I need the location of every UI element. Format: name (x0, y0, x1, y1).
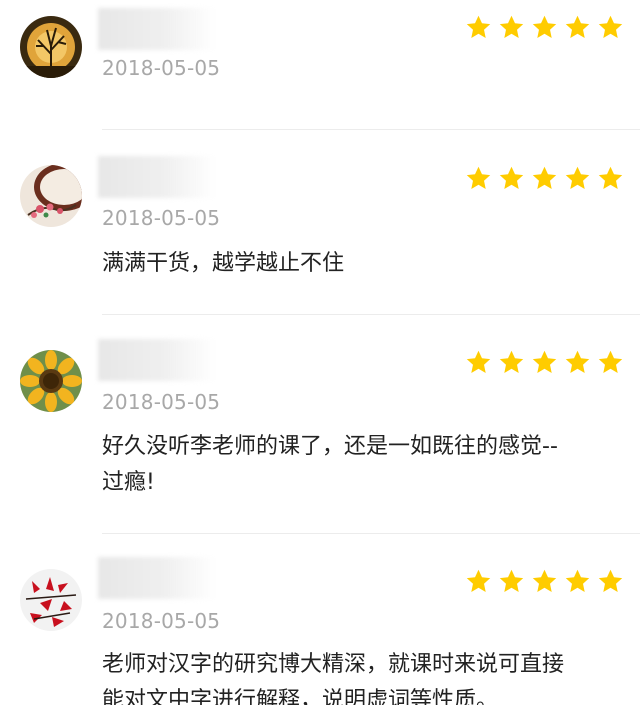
star-rating (465, 14, 624, 40)
review-list: 2018-05-05 2018-05-05 满满干货，越学越止不住 2018-0… (0, 0, 640, 705)
plum-blossom-avatar[interactable] (20, 165, 82, 227)
star-icon (466, 166, 491, 189)
star-icon (499, 15, 524, 38)
star-icon (532, 350, 557, 373)
star-icon (598, 15, 623, 38)
star-rating (465, 349, 624, 375)
star-icon (466, 569, 491, 592)
star-icon (499, 350, 524, 373)
star-icon (565, 350, 590, 373)
divider (102, 314, 640, 315)
username-blurred (98, 557, 216, 599)
star-icon (565, 569, 590, 592)
divider (102, 533, 640, 534)
review-comment: 好久没听李老师的课了，还是一如既往的感觉-- 过瘾! (102, 434, 558, 495)
review-date: 2018-05-05 (102, 390, 221, 414)
star-icon (532, 569, 557, 592)
star-icon (499, 569, 524, 592)
review-date: 2018-05-05 (102, 56, 221, 80)
sunflower-avatar[interactable] (20, 350, 82, 412)
review-date: 2018-05-05 (102, 609, 221, 633)
star-icon (598, 350, 623, 373)
star-icon (532, 15, 557, 38)
username-blurred (98, 156, 216, 198)
red-maple-avatar[interactable] (20, 569, 82, 631)
star-icon (466, 15, 491, 38)
star-rating (465, 165, 624, 191)
review-date: 2018-05-05 (102, 206, 221, 230)
review-comment: 老师对汉字的研究博大精深，就课时来说可直接 能对文中字进行解释，说明虚词等性质。 (102, 652, 565, 705)
review-comment: 满满干货，越学越止不住 (102, 251, 345, 276)
username-blurred (98, 339, 216, 381)
star-icon (565, 15, 590, 38)
star-icon (598, 166, 623, 189)
username-blurred (98, 8, 216, 50)
star-icon (532, 166, 557, 189)
star-icon (565, 166, 590, 189)
star-icon (499, 166, 524, 189)
star-rating (465, 568, 624, 594)
star-icon (466, 350, 491, 373)
sunset-tree-avatar[interactable] (20, 16, 82, 78)
divider (102, 129, 640, 130)
star-icon (598, 569, 623, 592)
